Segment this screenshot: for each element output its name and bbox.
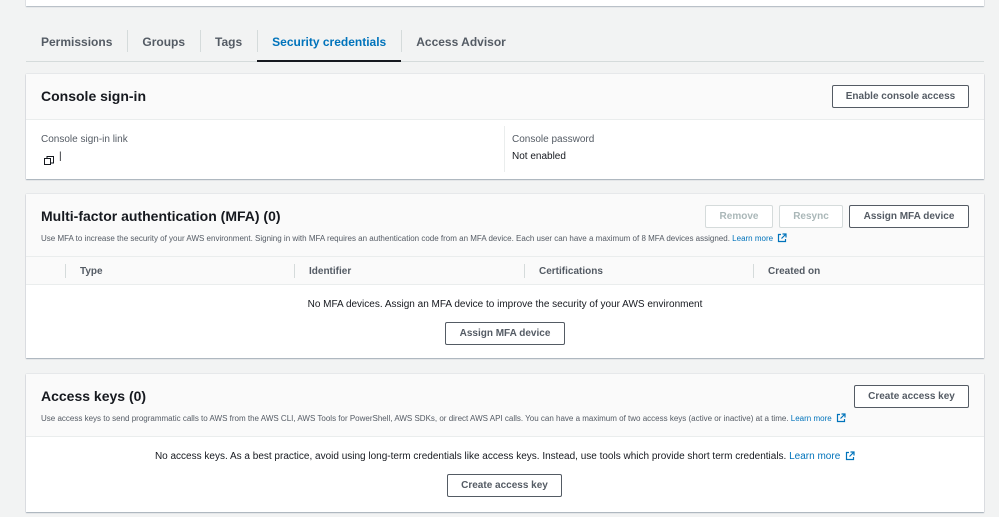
tab-tags[interactable]: Tags	[200, 22, 257, 61]
access-keys-empty-message: No access keys. As a best practice, avoi…	[26, 451, 984, 462]
access-keys-description-text: Use access keys to send programmatic cal…	[41, 414, 789, 423]
enable-console-access-button[interactable]: Enable console access	[832, 85, 969, 108]
create-access-key-button[interactable]: Create access key	[854, 385, 969, 408]
column-header-type[interactable]: Type	[66, 257, 294, 285]
tab-access-advisor[interactable]: Access Advisor	[401, 22, 521, 61]
resync-button[interactable]: Resync	[779, 205, 843, 228]
console-signin-header: Console sign-in Enable console access	[26, 74, 984, 120]
console-signin-panel: Console sign-in Enable console access Co…	[26, 74, 984, 179]
tab-bar: Permissions Groups Tags Security credent…	[26, 22, 984, 62]
copy-icon[interactable]	[44, 153, 54, 171]
empty-create-access-key-button[interactable]: Create access key	[447, 474, 562, 497]
mfa-description-text: Use MFA to increase the security of your…	[41, 234, 730, 243]
column-header-identifier[interactable]: Identifier	[295, 257, 524, 285]
tab-groups[interactable]: Groups	[127, 22, 200, 61]
console-password-label: Console password	[512, 134, 595, 145]
access-keys-title: Access keys (0)	[41, 388, 147, 404]
mfa-title: Multi-factor authentication (MFA) (0)	[41, 208, 281, 224]
external-link-icon	[778, 233, 787, 243]
column-header-created-on[interactable]: Created on	[754, 257, 984, 285]
access-keys-description: Use access keys to send programmatic cal…	[41, 413, 846, 423]
empty-assign-mfa-device-button[interactable]: Assign MFA device	[445, 322, 565, 345]
access-keys-panel: Access keys (0) Create access key Use ac…	[26, 374, 984, 512]
external-link-icon	[845, 451, 855, 461]
mfa-panel: Multi-factor authentication (MFA) (0) Re…	[26, 194, 984, 358]
console-signin-title: Console sign-in	[41, 88, 146, 104]
mfa-header: Multi-factor authentication (MFA) (0) Re…	[26, 194, 984, 257]
mfa-empty-message: No MFA devices. Assign an MFA device to …	[307, 299, 703, 310]
assign-mfa-device-button[interactable]: Assign MFA device	[849, 205, 969, 228]
access-keys-empty-text: No access keys. As a best practice, avoi…	[154, 451, 787, 462]
column-header-certifications[interactable]: Certifications	[525, 257, 753, 285]
access-keys-empty-learn-more-link[interactable]: Learn more	[789, 451, 840, 462]
previous-panel-edge	[26, 0, 984, 6]
console-signin-link-value: |	[59, 151, 62, 162]
tab-permissions[interactable]: Permissions	[26, 22, 127, 61]
access-keys-learn-more-link[interactable]: Learn more	[791, 414, 832, 423]
remove-button[interactable]: Remove	[705, 205, 773, 228]
mfa-description: Use MFA to increase the security of your…	[41, 233, 787, 243]
console-signin-link-label: Console sign-in link	[41, 134, 128, 145]
console-password-value: Not enabled	[512, 151, 566, 162]
access-keys-header: Access keys (0) Create access key Use ac…	[26, 374, 984, 437]
mfa-table-header: Type Identifier Certifications Created o…	[26, 257, 984, 285]
tab-security-credentials[interactable]: Security credentials	[257, 22, 402, 62]
external-link-icon	[836, 413, 846, 423]
mfa-learn-more-link[interactable]: Learn more	[732, 234, 773, 243]
column-divider	[504, 126, 505, 172]
